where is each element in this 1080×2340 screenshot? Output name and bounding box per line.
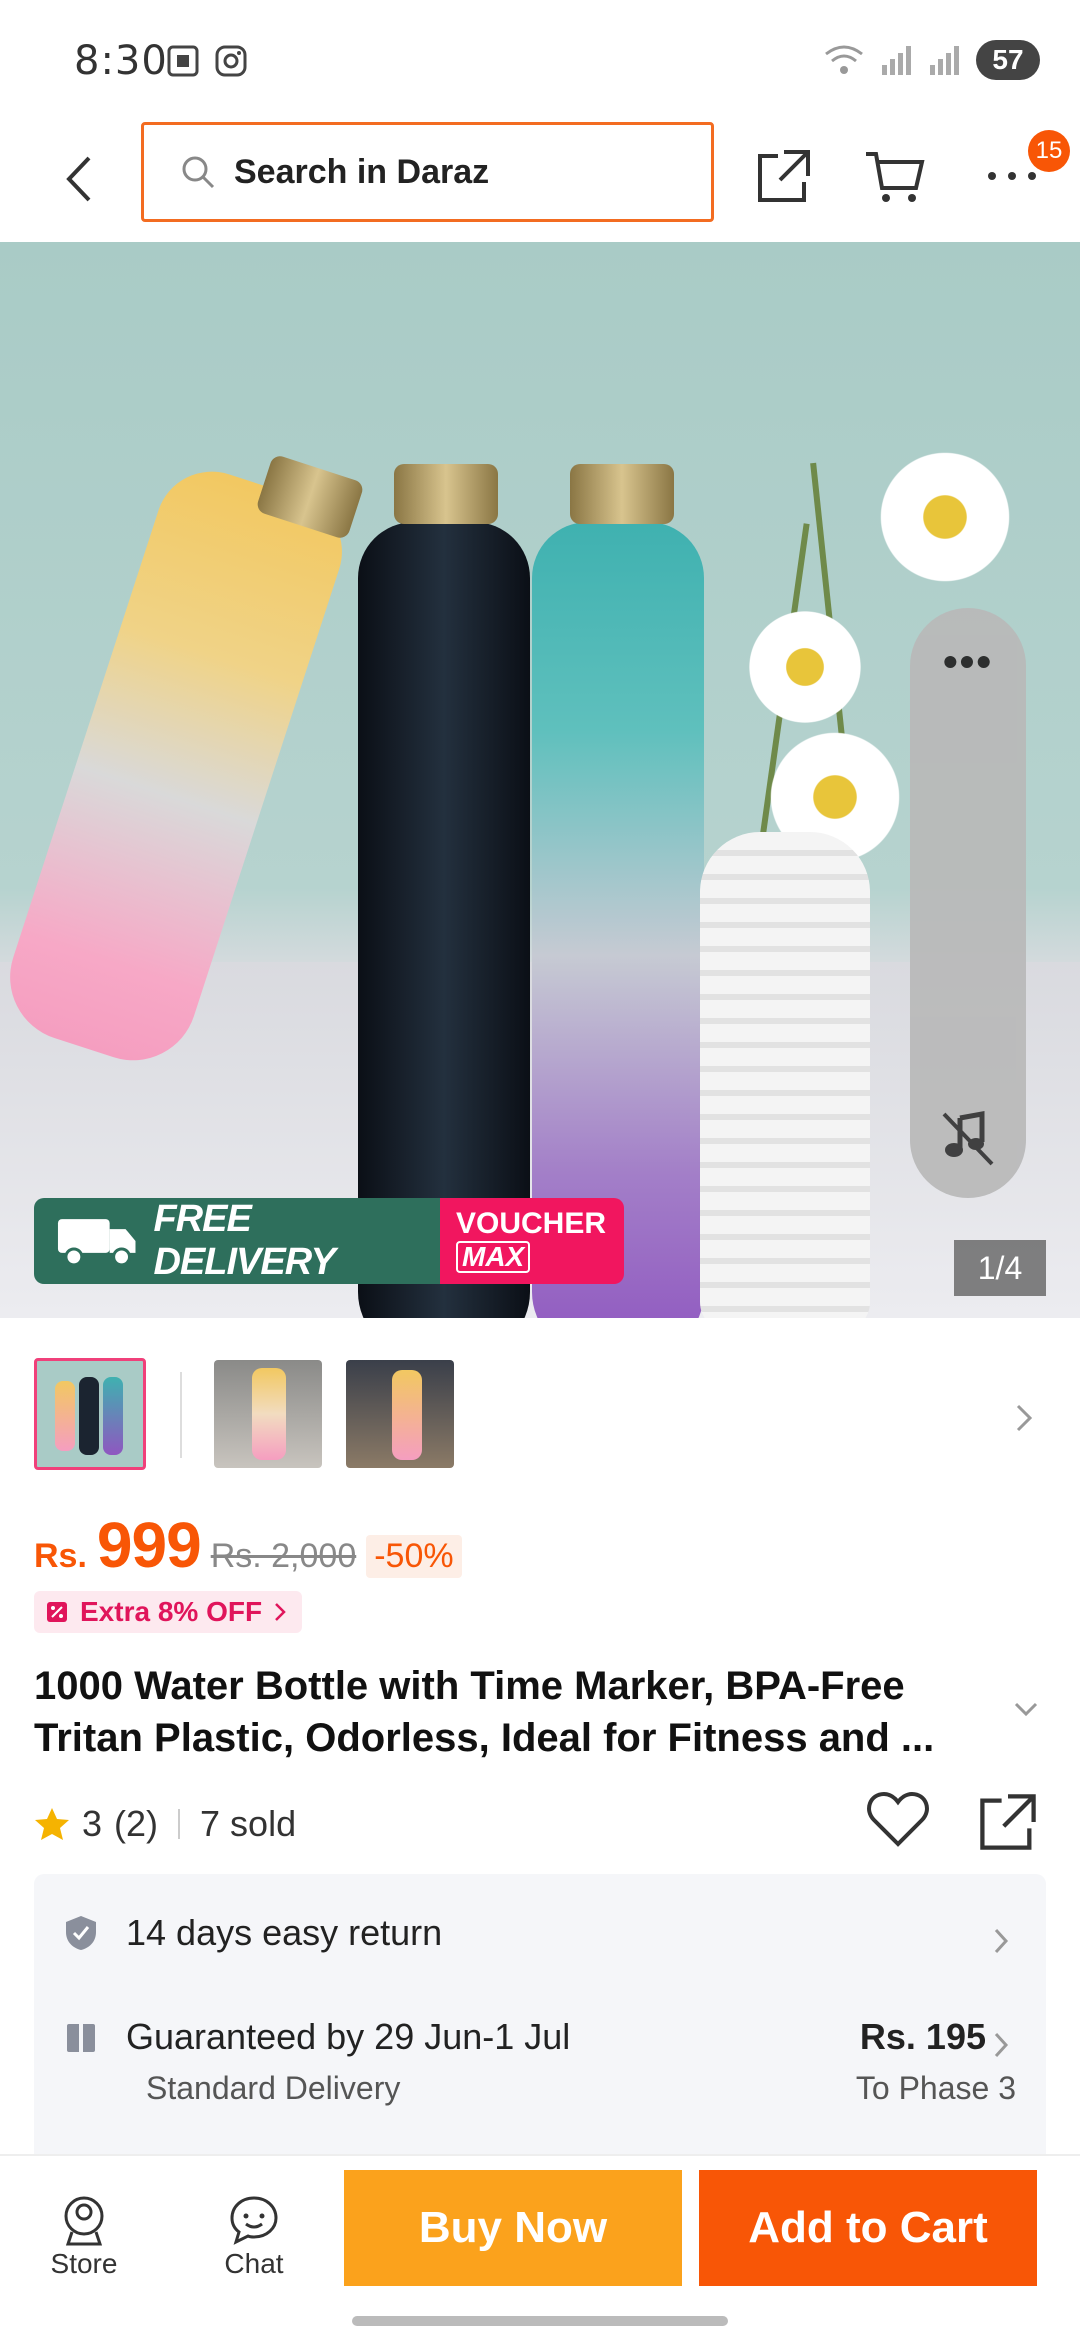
mute-icon[interactable]	[938, 1108, 998, 1168]
rating-count: (2)	[114, 1803, 159, 1844]
store-tab[interactable]: Store	[24, 2192, 144, 2280]
chevron-down-icon[interactable]	[1012, 1700, 1040, 1720]
delivery-row[interactable]: Guaranteed by 29 Jun-1 Jul	[64, 2016, 570, 2058]
free-delivery-tag: FREE DELIVERY	[34, 1198, 440, 1284]
return-policy-row[interactable]: 14 days easy return	[64, 1912, 442, 1954]
voucher-max-text: MAX	[456, 1241, 531, 1273]
voucher-text: VOUCHER	[456, 1207, 607, 1240]
star-icon	[35, 1808, 69, 1840]
more-dots-icon[interactable]: •••	[910, 638, 1026, 686]
price-currency: Rs.	[34, 1537, 87, 1575]
bottom-action-bar: Store Chat Buy Now Add to Cart	[0, 2154, 1080, 2340]
chevron-right-icon[interactable]	[992, 2030, 1012, 2060]
share-button[interactable]	[748, 140, 820, 212]
chat-icon	[230, 2196, 278, 2245]
flower	[870, 442, 1020, 592]
thumbnail-strip	[0, 1318, 1080, 1482]
price-row: Rs. 999 Rs. 2,000 -50%	[34, 1508, 462, 1582]
heart-icon[interactable]	[866, 1790, 930, 1850]
flower	[740, 602, 870, 732]
store-label: Store	[50, 2248, 118, 2279]
thumbnail-3[interactable]	[346, 1360, 454, 1468]
extra-offer-tag[interactable]: Extra 8% OFF	[34, 1591, 303, 1633]
status-bar: 8:30 57	[0, 0, 1080, 120]
promo-banner: FREE DELIVERY VOUCHER MAX	[34, 1198, 624, 1284]
floating-panel[interactable]: •••	[910, 608, 1026, 1198]
return-policy-text: 14 days easy return	[126, 1912, 443, 1953]
rating-value: 3	[82, 1803, 103, 1844]
share-icon	[758, 150, 810, 202]
box-icon	[67, 2024, 95, 2052]
share-icon[interactable]	[976, 1790, 1040, 1854]
cart-icon	[866, 152, 925, 202]
product-image-carousel[interactable]: ••• FREE DELIVERY VOUCHER MAX 1/4	[0, 242, 1080, 1318]
search-icon	[182, 156, 215, 189]
top-header: Search in Daraz 15	[0, 120, 1080, 242]
home-indicator[interactable]	[352, 2316, 728, 2326]
battery-indicator: 57	[976, 40, 1040, 80]
rating-row[interactable]: 3 (2) 7 sold	[34, 1796, 296, 1852]
chevron-right-icon[interactable]	[1012, 1400, 1036, 1436]
voucher-icon	[47, 1602, 67, 1622]
add-to-cart-button[interactable]: Add to Cart	[699, 2170, 1037, 2286]
signal-icon	[882, 46, 911, 75]
product-title: 1000 Water Bottle with Time Marker, BPA-…	[34, 1664, 935, 1760]
wifi-icon	[825, 45, 863, 74]
delivery-title: Guaranteed by 29 Jun-1 Jul	[126, 2016, 571, 2057]
discount-badge: -50%	[366, 1535, 462, 1578]
signal-icon-2	[930, 46, 959, 75]
delivery-destination: To Phase 3	[855, 2070, 1016, 2106]
instagram-icon	[215, 45, 247, 77]
delivery-info-card: 14 days easy return Guaranteed by 29 Jun…	[34, 1874, 1046, 2154]
more-horizontal-icon	[988, 172, 1036, 180]
image-counter: 1/4	[954, 1240, 1046, 1296]
vase	[700, 832, 870, 1318]
chat-tab[interactable]: Chat	[194, 2192, 314, 2280]
sold-count: 7 sold	[200, 1803, 297, 1844]
delivery-truck-icon	[57, 1219, 136, 1267]
delivery-fee: Rs. 195	[859, 2016, 986, 2057]
free-delivery-text: FREE DELIVERY	[153, 1198, 335, 1283]
buy-now-button[interactable]: Buy Now	[344, 2170, 682, 2286]
voucher-max-tag: VOUCHER MAX	[440, 1198, 624, 1284]
cart-button[interactable]	[858, 140, 930, 212]
status-time: 8:30	[74, 38, 168, 84]
delivery-type: Standard Delivery	[146, 2070, 401, 2106]
store-icon	[64, 2196, 104, 2246]
thumbnail-1[interactable]	[34, 1358, 146, 1470]
original-price: Rs. 2,000	[210, 1537, 357, 1575]
back-button[interactable]	[48, 144, 108, 214]
shield-check-icon	[66, 1916, 96, 1950]
screenshot-icon	[167, 45, 199, 77]
chevron-right-icon	[275, 1603, 286, 1621]
chevron-right-icon[interactable]	[992, 1926, 1012, 1956]
extra-offer-text: Extra 8% OFF	[80, 1596, 263, 1627]
cart-badge: 15	[1028, 130, 1070, 172]
thumbnail-2[interactable]	[214, 1360, 322, 1468]
search-placeholder: Search in Daraz	[234, 152, 490, 191]
search-input[interactable]: Search in Daraz	[141, 122, 714, 222]
chevron-left-icon	[66, 156, 91, 202]
price-value: 999	[96, 1509, 202, 1581]
chat-label: Chat	[224, 2248, 284, 2279]
